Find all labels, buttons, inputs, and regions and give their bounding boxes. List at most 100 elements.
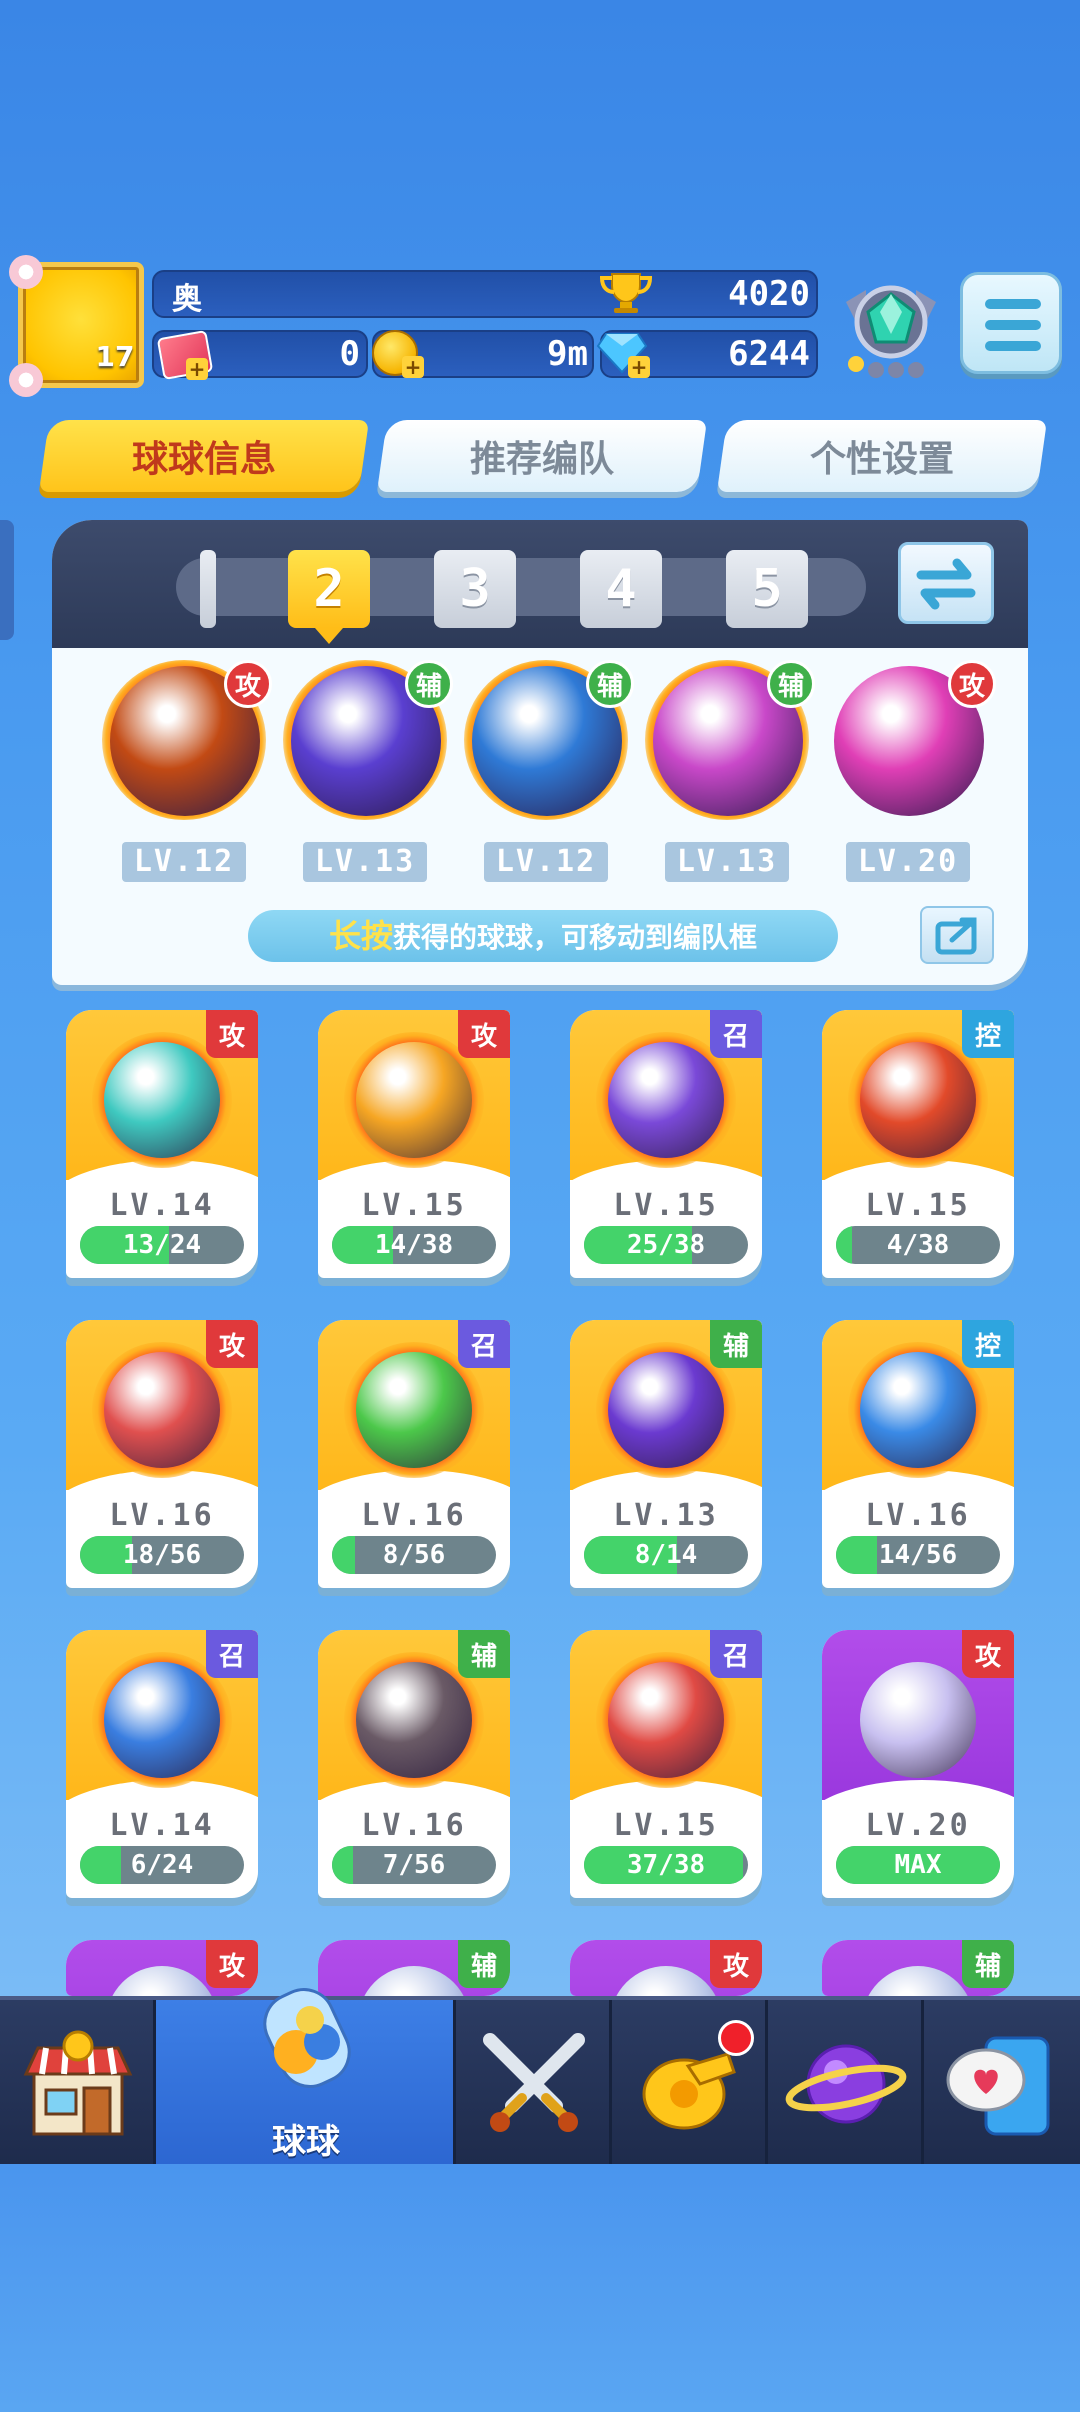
swap-arrows-icon — [916, 558, 976, 610]
add-gem-icon[interactable]: + — [628, 356, 650, 378]
hint-highlight: 长按 — [328, 917, 393, 955]
ball-card[interactable]: 辅 LV.13 8/14 — [570, 1320, 762, 1588]
team-member-2[interactable]: 辅 LV.13 — [281, 660, 453, 900]
card-level: LV.16 — [361, 1498, 467, 1533]
card-progress-text: 14/56 — [878, 1540, 958, 1570]
ticket-count: 0 — [339, 334, 360, 374]
team-member-5[interactable]: 攻 LV.20 — [824, 660, 996, 900]
ball-card[interactable]: 辅 LV.16 7/56 — [318, 1630, 510, 1898]
nav-social[interactable] — [924, 2000, 1080, 2168]
team-slot-5[interactable]: 5 — [726, 550, 808, 628]
orbit-ball-icon — [608, 1042, 724, 1158]
team-member-4[interactable]: 辅 LV.13 — [643, 660, 815, 900]
ball-card[interactable]: 召 LV.14 6/24 — [66, 1630, 258, 1898]
share-icon — [935, 917, 977, 955]
ball-card[interactable]: 攻 LV.14 13/24 — [66, 1010, 258, 1278]
tab-label: 推荐编队 — [469, 439, 614, 480]
team-slot-header: 2 3 4 5 — [52, 520, 1028, 648]
card-level: LV.15 — [613, 1808, 719, 1843]
card-progress-text: 13/24 — [122, 1230, 202, 1260]
ball-card-partial[interactable]: 攻 — [66, 1940, 258, 1996]
player-name: 奥 — [172, 282, 204, 317]
nav-balls[interactable]: 球球 — [156, 1988, 456, 2168]
role-badge-support: 辅 — [458, 1940, 510, 1988]
role-badge-attack: 攻 — [206, 1010, 258, 1058]
add-ticket-icon[interactable]: + — [186, 358, 208, 380]
tab-label: 球球信息 — [131, 439, 276, 480]
team-slot-3[interactable]: 3 — [434, 550, 516, 628]
bottom-background — [0, 2164, 1080, 2412]
flower-decoration-icon — [9, 363, 43, 397]
card-level: LV.20 — [865, 1808, 971, 1843]
nav-shop[interactable] — [0, 2000, 156, 2168]
nav-training[interactable] — [612, 2000, 768, 2168]
card-level: LV.16 — [361, 1808, 467, 1843]
role-badge-attack: 攻 — [224, 660, 272, 708]
player-level: 17 — [95, 340, 135, 373]
card-progress-bar: 8/14 — [584, 1536, 748, 1574]
star-ball-icon — [356, 1352, 472, 1468]
ball-card-partial[interactable]: 攻 — [570, 1940, 762, 1996]
role-badge-summon: 召 — [710, 1630, 762, 1678]
side-drawer-handle[interactable] — [0, 520, 14, 640]
ball-card[interactable]: 召 LV.15 37/38 — [570, 1630, 762, 1898]
team-member-level: LV.13 — [665, 842, 789, 882]
balls-jar-icon — [263, 1988, 351, 2088]
add-coin-icon[interactable]: + — [402, 356, 424, 378]
ball-card[interactable]: 控 LV.16 14/56 — [822, 1320, 1014, 1588]
rank-badge-icon[interactable] — [836, 272, 946, 382]
shop-icon — [23, 2030, 133, 2136]
card-progress-text: 7/56 — [382, 1850, 446, 1880]
team-slot-2[interactable]: 2 — [288, 550, 370, 628]
card-progress-text: 4/38 — [886, 1230, 950, 1260]
role-badge-support: 辅 — [962, 1940, 1014, 1988]
card-progress-bar: 6/24 — [80, 1846, 244, 1884]
card-level: LV.14 — [109, 1808, 215, 1843]
card-level: LV.14 — [109, 1188, 215, 1223]
trophy-icon — [599, 273, 653, 313]
team-slot-1[interactable] — [200, 550, 216, 628]
cannon-ball-icon — [608, 1662, 724, 1778]
ball-card[interactable]: 控 LV.15 4/38 — [822, 1010, 1014, 1278]
planet-icon — [785, 2044, 907, 2124]
nav-battle[interactable] — [456, 2000, 612, 2168]
swap-team-button[interactable] — [898, 542, 994, 624]
active-slot-pointer — [315, 628, 343, 644]
sprout-ball-icon — [608, 1352, 724, 1468]
card-progress-bar: 25/38 — [584, 1226, 748, 1264]
team-member-3[interactable]: 辅 LV.12 — [462, 660, 634, 900]
role-badge-support: 辅 — [710, 1320, 762, 1368]
trophy-count: 4020 — [728, 274, 810, 314]
nav-balls-label: 球球 — [272, 2122, 340, 2162]
card-progress-bar: 37/38 — [584, 1846, 748, 1884]
skull-ball-icon — [356, 1662, 472, 1778]
share-team-button[interactable] — [920, 906, 994, 964]
team-member-1[interactable]: 攻 LV.12 — [100, 660, 272, 900]
ball-card[interactable]: 攻 LV.16 18/56 — [66, 1320, 258, 1588]
card-progress-text: 25/38 — [626, 1230, 706, 1260]
role-badge-attack: 攻 — [458, 1010, 510, 1058]
tab-personal-settings[interactable]: 个性设置 — [716, 420, 1048, 492]
ice-castle-ball-icon — [104, 1662, 220, 1778]
flower-decoration-icon — [9, 255, 43, 289]
tab-label: 个性设置 — [809, 439, 954, 480]
card-level: LV.13 — [613, 1498, 719, 1533]
tab-recommended-team[interactable]: 推荐编队 — [376, 420, 708, 492]
nav-planet[interactable] — [768, 2000, 924, 2168]
ball-card[interactable]: 召 LV.16 8/56 — [318, 1320, 510, 1588]
ball-card[interactable]: 召 LV.15 25/38 — [570, 1010, 762, 1278]
role-badge-support: 辅 — [405, 660, 453, 708]
ball-card[interactable]: 攻 LV.15 14/38 — [318, 1010, 510, 1278]
menu-button[interactable] — [960, 272, 1062, 374]
bubble-ball-icon — [860, 1662, 976, 1778]
team-slot-4[interactable]: 4 — [580, 550, 662, 628]
gorilla-ball-icon — [860, 1042, 976, 1158]
notification-dot — [718, 2020, 754, 2056]
bottom-nav: 球球 — [0, 1988, 1080, 2168]
ball-card[interactable]: 攻 LV.20 MAX — [822, 1630, 1014, 1898]
ball-card-partial[interactable]: 辅 — [822, 1940, 1014, 1996]
crossed-swords-icon — [483, 2033, 585, 2132]
tab-ball-info[interactable]: 球球信息 — [38, 420, 370, 492]
role-badge-attack: 攻 — [206, 1940, 258, 1988]
role-badge-attack: 攻 — [206, 1320, 258, 1368]
